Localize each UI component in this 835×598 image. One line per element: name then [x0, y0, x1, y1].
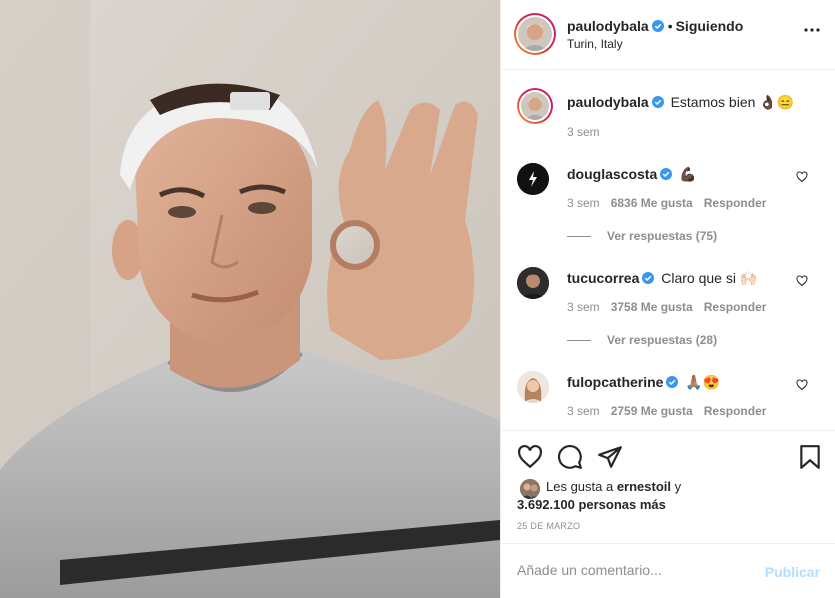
- post-photo[interactable]: [0, 0, 500, 598]
- verified-badge-icon: [660, 168, 673, 180]
- comment-text-row: fulopcatherine 🙏🏽😍: [567, 373, 720, 391]
- caption-avatar[interactable]: [517, 88, 553, 124]
- comment-heart-icon[interactable]: [796, 379, 808, 391]
- verified-badge-icon: [651, 96, 664, 108]
- comment-avatar[interactable]: [517, 267, 549, 299]
- view-replies-button[interactable]: Ver respuestas (75): [567, 229, 717, 243]
- caption-avatar-image: [521, 92, 549, 120]
- douglascosta-avatar-image: [517, 163, 549, 195]
- comment-likes[interactable]: 2759 Me gusta: [611, 404, 693, 418]
- comment-row: fulopcatherine 🙏🏽😍 3 sem 2759 Me gusta Res…: [517, 368, 822, 428]
- tucucorrea-avatar-image: [517, 267, 549, 299]
- likes-text: Les gusta a ernestoil y 3.692.100 person…: [517, 478, 695, 514]
- comment-likes[interactable]: 3758 Me gusta: [611, 300, 693, 314]
- post-details-panel: paulodybala • Siguiendo Turin, Italy pau…: [500, 0, 835, 598]
- comment-heart-icon[interactable]: [796, 171, 808, 183]
- bookmark-icon[interactable]: [797, 444, 823, 470]
- comment-text: 💪🏿: [679, 166, 697, 182]
- comment-text-row: douglascosta 💪🏿: [567, 165, 697, 183]
- comment-meta: 3 sem 3758 Me gusta Responder: [567, 300, 777, 314]
- caption-author[interactable]: paulodybala: [567, 94, 649, 110]
- follow-separator: •: [667, 18, 673, 34]
- publish-button[interactable]: Publicar: [765, 564, 820, 580]
- comment-composer: Publicar: [501, 543, 835, 598]
- heart-icon[interactable]: [517, 444, 543, 470]
- selfie-image: [0, 0, 500, 598]
- replies-divider: [567, 236, 591, 238]
- post-actions: [501, 432, 835, 482]
- view-replies-label: Ver respuestas (75): [607, 229, 718, 243]
- comment-avatar[interactable]: [517, 371, 549, 403]
- comment-text-row: tucucorrea Claro que si 🙌🏻: [567, 269, 757, 287]
- reply-button[interactable]: Responder: [704, 404, 767, 418]
- comment-row: douglascosta 💪🏿 3 sem 6836 Me gusta Respon…: [517, 160, 822, 250]
- reply-button[interactable]: Responder: [704, 196, 767, 210]
- comment-avatar[interactable]: [517, 163, 549, 195]
- comment-author[interactable]: tucucorrea: [567, 270, 639, 286]
- liker-username[interactable]: ernestoil: [617, 479, 671, 494]
- caption-time[interactable]: 3 sem: [567, 125, 600, 139]
- comment-meta: 3 sem 6836 Me gusta Responder: [567, 196, 777, 210]
- author-avatar[interactable]: [514, 13, 556, 55]
- post-date[interactable]: 25 DE MARZO: [517, 521, 580, 531]
- liker-avatar-image: [520, 479, 540, 499]
- caption-text-row: paulodybala Estamos bien 👌🏿😑: [567, 93, 794, 111]
- following-button[interactable]: Siguiendo: [676, 18, 744, 34]
- post-header: paulodybala • Siguiendo Turin, Italy: [501, 0, 835, 70]
- comment-input[interactable]: [517, 562, 747, 578]
- view-replies-label: Ver respuestas (28): [607, 333, 718, 347]
- caption-row: paulodybala Estamos bien 👌🏿😑 3 sem: [517, 88, 822, 148]
- comment-icon[interactable]: [557, 444, 583, 470]
- post-location[interactable]: Turin, Italy: [567, 37, 623, 51]
- comment-heart-icon[interactable]: [796, 275, 808, 287]
- verified-badge-icon: [651, 20, 664, 32]
- likes-count[interactable]: 3.692.100 personas más: [517, 497, 666, 512]
- caption-text: Estamos bien 👌🏿😑: [670, 94, 795, 110]
- liker-avatar[interactable]: [520, 479, 540, 499]
- view-replies-button[interactable]: Ver respuestas (28): [567, 333, 717, 347]
- comment-author[interactable]: douglascosta: [567, 166, 657, 182]
- likes-prefix: Les gusta a: [546, 479, 617, 494]
- comment-time[interactable]: 3 sem: [567, 404, 600, 418]
- author-username[interactable]: paulodybala: [567, 18, 649, 34]
- comment-time[interactable]: 3 sem: [567, 300, 600, 314]
- verified-badge-icon: [642, 272, 655, 284]
- share-icon[interactable]: [597, 444, 623, 470]
- comment-text: 🙏🏽😍: [685, 374, 721, 390]
- verified-badge-icon: [666, 376, 679, 388]
- comment-meta: 3 sem 2759 Me gusta Responder: [567, 404, 777, 418]
- replies-divider: [567, 340, 591, 342]
- comment-author[interactable]: fulopcatherine: [567, 374, 663, 390]
- comment-time[interactable]: 3 sem: [567, 196, 600, 210]
- comment-likes[interactable]: 6836 Me gusta: [611, 196, 693, 210]
- more-options-icon[interactable]: [804, 28, 820, 32]
- comment-text: Claro que si 🙌🏻: [661, 270, 758, 286]
- caption-meta: 3 sem: [567, 125, 611, 139]
- likes-suffix: y: [671, 479, 682, 494]
- comment-row: tucucorrea Claro que si 🙌🏻 3 sem 3758 Me …: [517, 264, 822, 354]
- fulopcatherine-avatar-image: [517, 371, 549, 403]
- comments-list[interactable]: paulodybala Estamos bien 👌🏿😑 3 sem dougl…: [501, 71, 835, 431]
- reply-button[interactable]: Responder: [704, 300, 767, 314]
- header-title-row: paulodybala • Siguiendo: [567, 18, 743, 34]
- author-avatar-image: [518, 17, 552, 51]
